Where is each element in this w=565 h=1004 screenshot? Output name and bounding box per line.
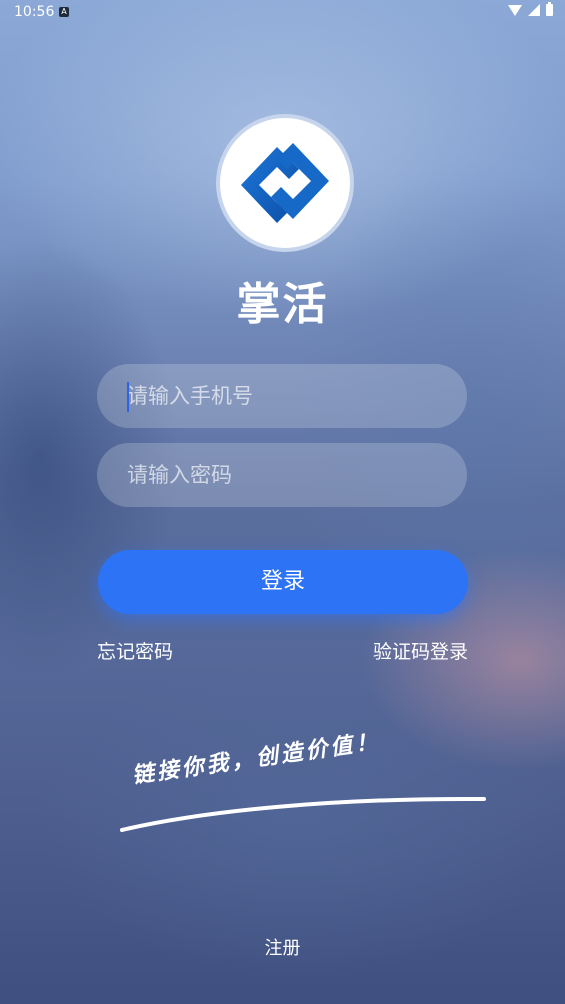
a-icon: A xyxy=(59,7,69,17)
chain-link-icon xyxy=(241,143,329,223)
password-field[interactable] xyxy=(97,443,467,507)
forgot-password-link[interactable]: 忘记密码 xyxy=(97,637,173,664)
slogan-underline xyxy=(120,796,486,832)
register-link-wrap: 注册 xyxy=(0,934,565,960)
phone-input[interactable] xyxy=(127,364,447,428)
text-cursor xyxy=(127,382,129,412)
status-time: 10:56 xyxy=(14,4,55,20)
login-screen: 10:56 A 掌活 登录 忘记密码 验证码登录 链接你我，创造价值！ xyxy=(0,0,565,1004)
login-button[interactable]: 登录 xyxy=(98,550,468,614)
phone-field[interactable] xyxy=(97,364,467,428)
password-input[interactable] xyxy=(127,443,447,507)
app-title: 掌活 xyxy=(236,279,329,330)
register-link[interactable]: 注册 xyxy=(265,938,301,959)
app-logo xyxy=(216,114,354,252)
sms-login-link[interactable]: 验证码登录 xyxy=(373,637,468,664)
battery-icon xyxy=(546,2,553,16)
slogan: 链接你我，创造价值！ xyxy=(130,729,382,789)
signal-icon xyxy=(528,4,540,16)
wifi-icon xyxy=(508,4,522,16)
status-icons xyxy=(508,2,553,16)
status-bar: 10:56 A xyxy=(0,0,565,24)
